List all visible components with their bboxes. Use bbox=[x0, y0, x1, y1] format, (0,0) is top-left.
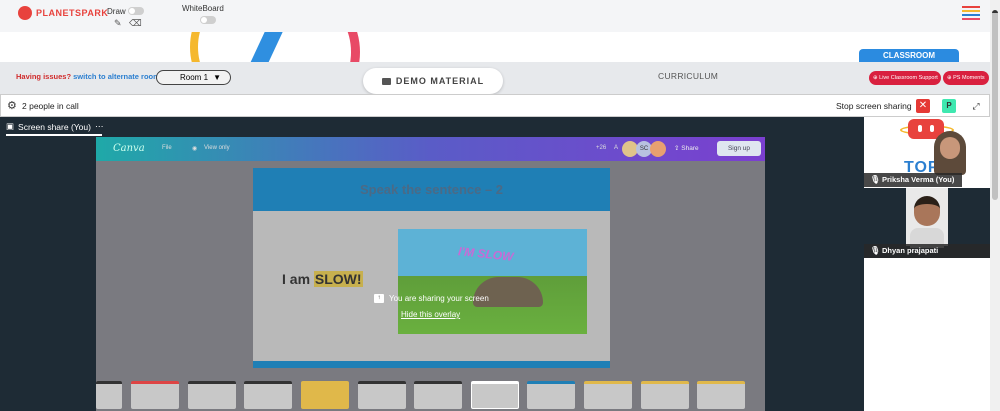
curriculum-tab[interactable]: CURRICULUM bbox=[658, 71, 718, 81]
expand-icon[interactable]: ⤢ bbox=[969, 99, 983, 113]
more-options-icon[interactable]: ⋯ bbox=[95, 121, 104, 132]
folder-icon bbox=[381, 77, 391, 85]
canva-view-icon: ◉ bbox=[192, 146, 198, 152]
participant-name: Dhyan prajapati bbox=[882, 246, 939, 255]
switch-room-link[interactable]: switch to alternate room bbox=[73, 72, 160, 81]
shared-screen: Canva File ◉ View only +26 A SC ⇪ Share … bbox=[96, 137, 765, 411]
live-support-label: Live Classroom Support bbox=[879, 75, 938, 81]
slide-thumbnail bbox=[96, 381, 122, 409]
canva-share: ⇪ Share bbox=[674, 145, 699, 152]
stop-sharing-label: Stop screen sharing bbox=[836, 101, 912, 111]
draw-toggle[interactable] bbox=[128, 7, 144, 15]
slide-thumbnail bbox=[358, 381, 406, 409]
demo-material-label: DEMO MATERIAL bbox=[395, 76, 485, 86]
canva-file-menu: File bbox=[162, 145, 172, 151]
slide-thumbnail bbox=[414, 381, 462, 409]
logo-text: PLANETSPARK bbox=[36, 8, 109, 18]
image-caption: I'M SLOW bbox=[457, 244, 515, 264]
canva-toolbar: Canva File ◉ View only +26 A SC ⇪ Share … bbox=[96, 137, 765, 161]
slide-thumbnail bbox=[584, 381, 632, 409]
whiteboard-toggle[interactable] bbox=[200, 16, 216, 24]
participant-video-self: TOP 🎙 Priksha Verma (You) bbox=[864, 117, 990, 187]
hide-overlay-link[interactable]: Hide this overlay bbox=[401, 310, 460, 319]
slide-thumbnail-active bbox=[471, 381, 519, 409]
slide-thumbnail bbox=[131, 381, 179, 409]
issues-text: Having issues? bbox=[16, 72, 72, 81]
decorative-arc-pink bbox=[290, 32, 360, 62]
page-scrollbar[interactable] bbox=[990, 0, 1000, 411]
slide-sentence: I am SLOW! bbox=[282, 271, 363, 287]
participant-nametag: 🎙 Priksha Verma (You) bbox=[864, 173, 962, 187]
sentence-prefix: I am bbox=[282, 271, 314, 287]
screen-share-stage: ▣ Screen share (You) ⋯ Canva File ◉ View… bbox=[0, 117, 864, 411]
slide-thumbnails bbox=[96, 379, 765, 411]
live-support-button[interactable]: ⊕ Live Classroom Support bbox=[869, 71, 941, 85]
canva-signup: Sign up bbox=[717, 141, 761, 156]
canva-share-label: Share bbox=[681, 145, 699, 152]
pencil-icon[interactable]: ✎ bbox=[114, 18, 122, 29]
canva-avatar bbox=[650, 141, 666, 157]
slide-thumbnail bbox=[697, 381, 745, 409]
slide-thumbnail bbox=[641, 381, 689, 409]
draw-label: Draw bbox=[107, 7, 126, 16]
issues-notice: Having issues? switch to alternate room bbox=[16, 72, 160, 81]
tab-underline bbox=[6, 134, 102, 136]
decorative-bar-blue bbox=[246, 32, 292, 62]
canva-avatar-a: A bbox=[614, 145, 619, 151]
sharing-overlay: ↑ You are sharing your screen Hide this … bbox=[374, 294, 514, 334]
room-select[interactable]: Room 1 ▼ bbox=[156, 70, 231, 85]
share-screen-icon: ↑ bbox=[374, 294, 384, 303]
sharing-message: You are sharing your screen bbox=[389, 294, 489, 303]
microphone-icon: 🎙 bbox=[870, 246, 881, 255]
screen-share-tab[interactable]: ▣ Screen share (You) ⋯ bbox=[6, 121, 103, 132]
eraser-icon[interactable]: ⌫ bbox=[129, 18, 142, 29]
slide-footer bbox=[253, 361, 610, 368]
participant-video-remote: 🎙 Dhyan prajapati bbox=[864, 188, 990, 258]
top-toolbar: PLANETSPARK Draw ✎ ⌫ WhiteBoard bbox=[0, 0, 990, 32]
slide-title: Speak the sentence – 2 bbox=[253, 168, 610, 211]
sentence-highlight: SLOW! bbox=[313, 271, 363, 287]
participant-face bbox=[940, 137, 960, 159]
classroom-tab[interactable]: CLASSROOM bbox=[859, 49, 959, 63]
people-count: 2 people in call bbox=[22, 101, 79, 111]
p-button[interactable]: P bbox=[942, 99, 956, 113]
ps-moments-button[interactable]: ⊕ PS Moments bbox=[943, 71, 989, 85]
monitor-icon: ▣ bbox=[6, 121, 15, 131]
slide-thumbnail bbox=[301, 381, 349, 409]
demo-material-button[interactable]: DEMO MATERIAL bbox=[363, 68, 503, 94]
caret-down-icon: ▼ bbox=[213, 73, 221, 82]
hero-banner bbox=[0, 32, 990, 62]
slide: Speak the sentence – 2 I am SLOW! I'M SL… bbox=[253, 168, 610, 368]
canva-brand: Canva bbox=[113, 143, 145, 154]
decorative-arc-yellow bbox=[190, 32, 250, 62]
gear-icon[interactable]: ⚙ bbox=[7, 99, 17, 112]
microphone-icon: 🎙 bbox=[870, 175, 881, 184]
whiteboard-label: WhiteBoard bbox=[182, 4, 224, 13]
canva-count: +26 bbox=[596, 145, 607, 151]
scrollbar-thumb[interactable] bbox=[992, 10, 998, 200]
slide-thumbnail bbox=[527, 381, 575, 409]
participant-head bbox=[914, 196, 940, 226]
canva-view-only: View only bbox=[204, 145, 230, 151]
slide-thumbnail bbox=[244, 381, 292, 409]
room-bar: Having issues? switch to alternate room … bbox=[0, 62, 990, 94]
slide-thumbnail bbox=[188, 381, 236, 409]
stop-sharing-button[interactable]: ✕ bbox=[916, 99, 930, 113]
hamburger-menu-icon[interactable] bbox=[962, 6, 980, 20]
logo-icon bbox=[18, 6, 32, 20]
room-value: Room 1 bbox=[180, 73, 209, 82]
participant-name: Priksha Verma (You) bbox=[882, 175, 955, 184]
call-bar: ⚙ 2 people in call Stop screen sharing ✕… bbox=[0, 94, 990, 117]
planetspark-logo: PLANETSPARK bbox=[18, 6, 108, 20]
participant-nametag: 🎙 Dhyan prajapati bbox=[864, 244, 990, 258]
screen-share-tab-label: Screen share (You) bbox=[18, 121, 91, 132]
ps-moments-label: PS Moments bbox=[953, 75, 985, 81]
